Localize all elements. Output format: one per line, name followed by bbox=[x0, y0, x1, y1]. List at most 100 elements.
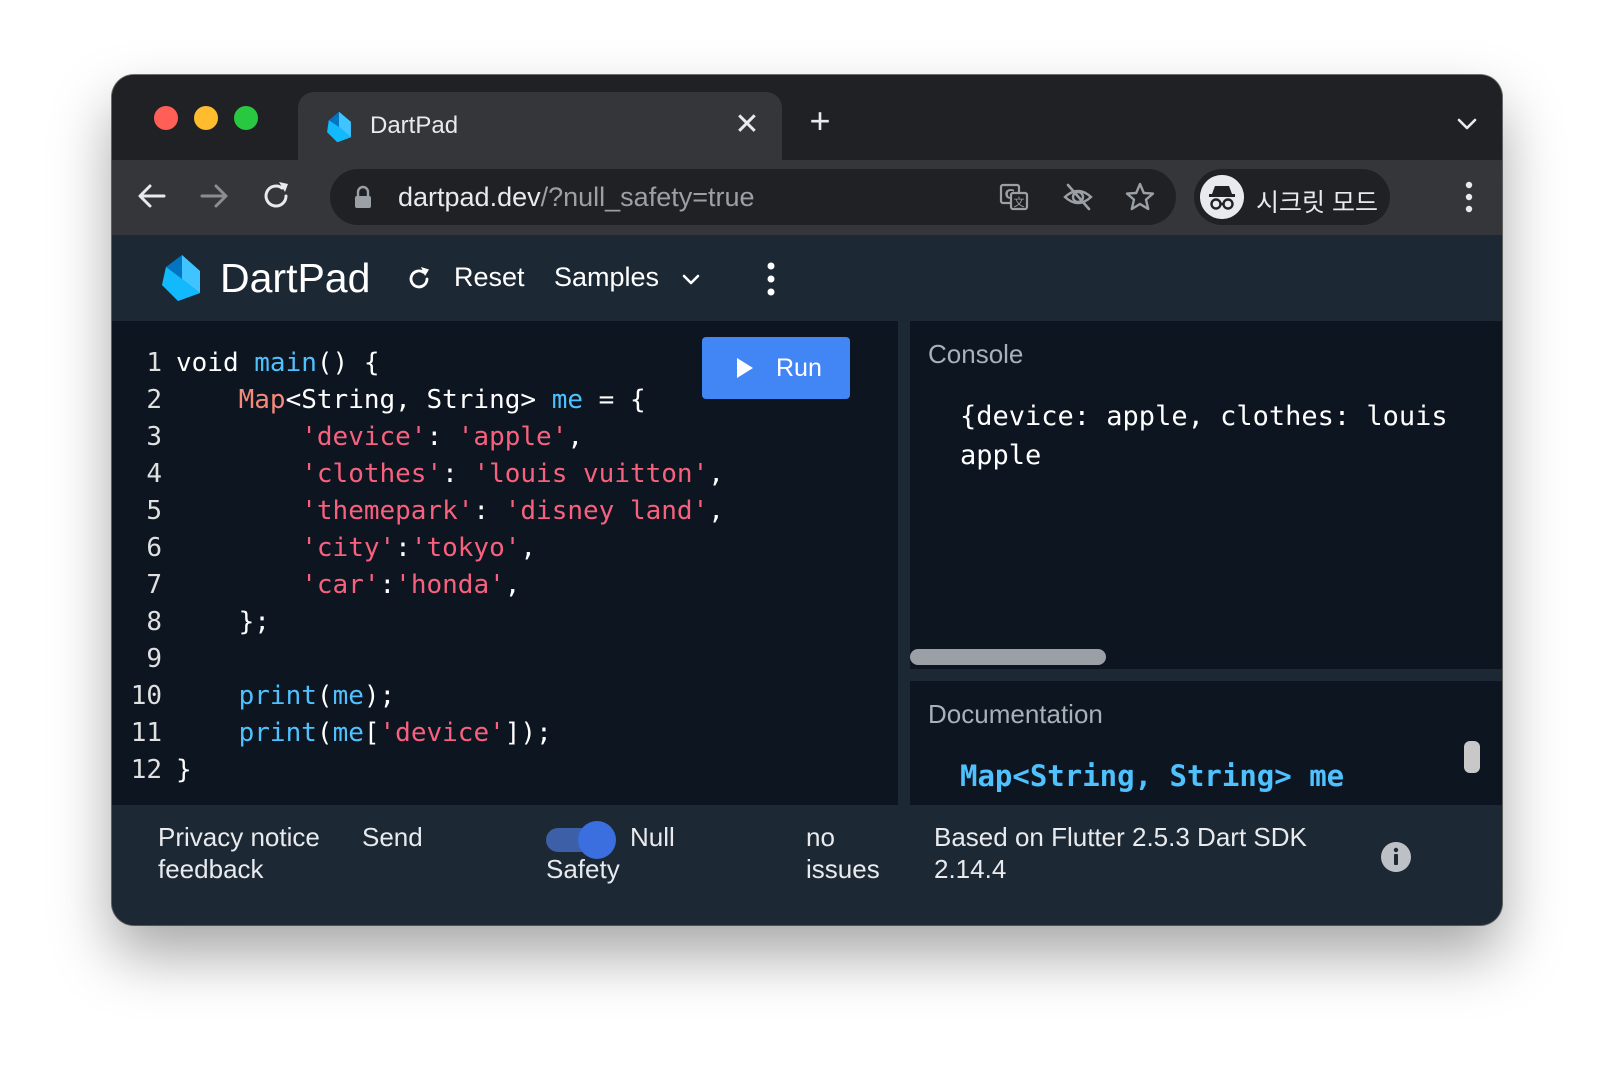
run-label: Run bbox=[776, 354, 822, 382]
tab-strip: DartPad ✕ + bbox=[112, 75, 1502, 160]
code-text: 'city':'tokyo', bbox=[176, 530, 536, 567]
code-line[interactable]: 4 'clothes': 'louis vuitton', bbox=[112, 456, 898, 493]
code-token: , bbox=[520, 533, 537, 563]
code-token: me bbox=[332, 718, 364, 748]
footer-bar: Privacy notice feedback Send Null Safety… bbox=[112, 805, 1502, 925]
translate-icon[interactable]: G 文 bbox=[998, 181, 1030, 213]
line-number: 7 bbox=[146, 570, 162, 600]
info-icon[interactable] bbox=[1380, 841, 1412, 873]
code-token: 'city' bbox=[301, 533, 396, 563]
vertical-splitter[interactable] bbox=[898, 321, 910, 805]
lock-icon[interactable] bbox=[352, 185, 374, 209]
chevron-down-icon[interactable] bbox=[1454, 111, 1480, 137]
reload-icon[interactable] bbox=[258, 178, 294, 214]
code-text: Map<String, String> me = { bbox=[176, 382, 646, 419]
code-line[interactable]: 6 'city':'tokyo', bbox=[112, 530, 898, 567]
sdk-text-line2: 2.14.4 bbox=[934, 854, 1007, 884]
code-token: : bbox=[426, 422, 458, 452]
code-token: = { bbox=[583, 385, 646, 415]
new-tab-button[interactable]: + bbox=[802, 103, 838, 141]
code-text: print(me); bbox=[176, 678, 396, 715]
app-title: DartPad bbox=[220, 255, 371, 301]
code-line[interactable]: 5 'themepark': 'disney land', bbox=[112, 493, 898, 530]
code-token: 'car' bbox=[301, 570, 380, 600]
eye-off-icon[interactable] bbox=[1062, 181, 1094, 213]
browser-menu-icon[interactable] bbox=[1464, 180, 1474, 214]
sdk-text-line1: Based on Flutter 2.5.3 Dart SDK bbox=[934, 822, 1307, 852]
run-button[interactable]: Run bbox=[702, 337, 850, 399]
bookmark-star-icon[interactable] bbox=[1124, 181, 1156, 213]
code-line[interactable]: 12} bbox=[112, 752, 898, 789]
send-feedback-link[interactable]: Send bbox=[362, 821, 423, 853]
issues-text-line1: no bbox=[806, 822, 835, 852]
incognito-label: 시크릿 모드 bbox=[1256, 189, 1378, 217]
tab-close-icon[interactable]: ✕ bbox=[732, 110, 762, 140]
reset-icon[interactable] bbox=[406, 266, 432, 292]
issues-status[interactable]: no issues bbox=[806, 821, 880, 885]
code-token: 'disney land' bbox=[504, 496, 709, 526]
code-line[interactable]: 7 'car':'honda', bbox=[112, 567, 898, 604]
tab-dartpad[interactable]: DartPad ✕ bbox=[298, 92, 782, 160]
code-line[interactable]: 3 'device': 'apple', bbox=[112, 419, 898, 456]
code-token: 'louis vuitton' bbox=[473, 459, 709, 489]
code-text: 'themepark': 'disney land', bbox=[176, 493, 724, 530]
browser-toolbar: dartpad.dev/?null_safety=true G 文 bbox=[112, 160, 1502, 235]
forward-arrow-icon[interactable] bbox=[196, 178, 232, 214]
code-token: : bbox=[473, 496, 505, 526]
code-token: 'device' bbox=[379, 718, 505, 748]
code-token: print bbox=[238, 681, 317, 711]
horizontal-splitter[interactable] bbox=[910, 669, 1502, 681]
line-number: 8 bbox=[146, 607, 162, 637]
code-token: main bbox=[254, 348, 317, 378]
code-token: () { bbox=[316, 348, 380, 378]
code-token: , bbox=[504, 570, 521, 600]
close-window-button[interactable] bbox=[154, 106, 178, 130]
code-token: 'clothes' bbox=[301, 459, 443, 489]
code-line[interactable]: 11 print(me['device']); bbox=[112, 715, 898, 752]
code-token: 'honda' bbox=[395, 570, 505, 600]
address-bar[interactable]: dartpad.dev/?null_safety=true G 文 bbox=[330, 169, 1176, 225]
url-text[interactable]: dartpad.dev/?null_safety=true bbox=[398, 182, 755, 213]
code-line[interactable]: 8 }; bbox=[112, 604, 898, 641]
privacy-notice-link[interactable]: Privacy notice feedback bbox=[158, 821, 320, 885]
code-line[interactable]: 10 print(me); bbox=[112, 678, 898, 715]
code-text: void main() { bbox=[176, 345, 380, 382]
code-token: }; bbox=[176, 607, 270, 637]
chevron-down-icon[interactable] bbox=[680, 269, 702, 291]
dart-logo-icon bbox=[162, 255, 200, 301]
code-token: , bbox=[708, 496, 724, 526]
reset-button[interactable]: Reset bbox=[454, 262, 525, 293]
minimize-window-button[interactable] bbox=[194, 106, 218, 130]
console-horizontal-scrollbar[interactable] bbox=[910, 649, 1106, 665]
console-title: Console bbox=[928, 339, 1024, 369]
documentation-scrollbar[interactable] bbox=[1464, 741, 1480, 773]
back-arrow-icon[interactable] bbox=[134, 178, 170, 214]
console-output-line: apple bbox=[960, 440, 1042, 471]
code-text: } bbox=[176, 752, 192, 789]
code-token: 'apple' bbox=[457, 422, 568, 452]
browser-window: DartPad ✕ + dartpad.dev/?null_safety=tru bbox=[112, 75, 1502, 925]
more-options-icon[interactable] bbox=[766, 261, 776, 297]
svg-text:文: 文 bbox=[1014, 195, 1025, 209]
samples-dropdown[interactable]: Samples bbox=[554, 262, 659, 293]
url-path: /?null_safety=true bbox=[540, 182, 755, 212]
code-line[interactable]: 9 bbox=[112, 641, 898, 678]
null-safety-toggle[interactable] bbox=[546, 821, 618, 859]
null-safety-label-line1: Null bbox=[630, 822, 675, 852]
code-editor[interactable]: 1 void main() {2 Map<String, String> me =… bbox=[112, 321, 898, 805]
code-text: }; bbox=[176, 604, 270, 641]
zoom-window-button[interactable] bbox=[234, 106, 258, 130]
code-token: ); bbox=[363, 681, 396, 711]
code-text: 'device': 'apple', bbox=[176, 419, 583, 456]
code-token: me bbox=[551, 385, 584, 415]
incognito-profile-button[interactable]: 시크릿 모드 bbox=[1194, 169, 1390, 225]
code-token: 'themepark' bbox=[301, 496, 474, 526]
code-token: ]); bbox=[504, 718, 552, 748]
